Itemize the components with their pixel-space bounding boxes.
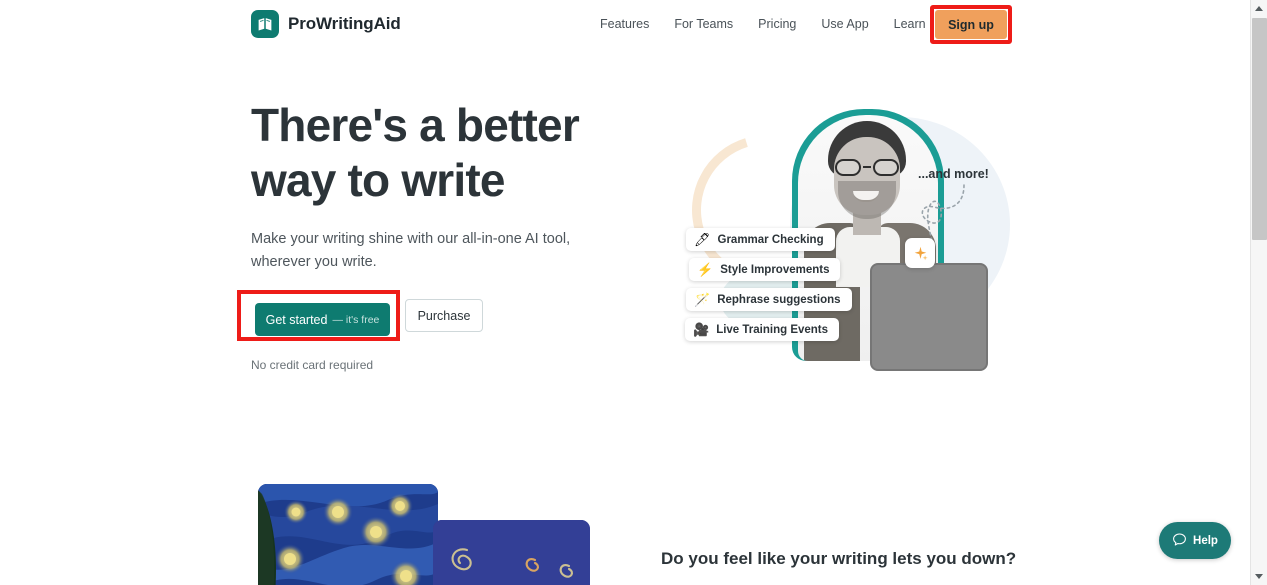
section-question-heading: Do you feel like your writing lets you d… bbox=[661, 549, 1017, 568]
scroll-up-arrow-icon[interactable] bbox=[1251, 0, 1267, 17]
feature-label: Style Improvements bbox=[720, 263, 830, 276]
nav-item-use-app[interactable]: Use App bbox=[821, 16, 868, 33]
pencil-icon: 🖊 bbox=[694, 232, 711, 247]
get-started-highlight-annotation: Get started — it's free bbox=[237, 290, 400, 341]
no-credit-card-note: No credit card required bbox=[251, 358, 374, 372]
get-started-button[interactable]: Get started — it's free bbox=[255, 303, 390, 336]
hero-illustration: 🖊 Grammar Checking ⚡ Style Improvements … bbox=[640, 95, 1040, 385]
signup-button[interactable]: Sign up bbox=[935, 10, 1007, 39]
movie-camera-icon: 🎥 bbox=[693, 322, 710, 337]
signup-button-container: Sign up bbox=[930, 5, 1012, 44]
primary-navigation: Features For Teams Pricing Use App Learn… bbox=[600, 16, 985, 33]
vertical-scrollbar[interactable] bbox=[1250, 0, 1267, 585]
starry-night-painting-card bbox=[258, 484, 438, 585]
nav-item-features[interactable]: Features bbox=[600, 16, 649, 33]
hero-cta-row: Get started — it's free Purchase bbox=[237, 290, 483, 341]
get-started-suffix: — it's free bbox=[332, 313, 380, 326]
magic-wand-icon: 🪄 bbox=[694, 292, 711, 307]
feature-pill-live-training-events: 🎥 Live Training Events bbox=[685, 318, 840, 341]
purchase-button[interactable]: Purchase bbox=[405, 299, 483, 332]
feature-pill-grammar-checking: 🖊 Grammar Checking bbox=[686, 228, 835, 251]
get-started-label: Get started bbox=[265, 312, 328, 327]
sparkles-icon bbox=[905, 238, 935, 268]
nav-item-for-teams[interactable]: For Teams bbox=[674, 16, 733, 33]
open-book-icon bbox=[251, 10, 279, 38]
hero-copy-block: There's a better way to write Make your … bbox=[251, 98, 591, 274]
feature-pill-style-improvements: ⚡ Style Improvements bbox=[689, 258, 841, 281]
hero-title: There's a better way to write bbox=[251, 99, 580, 206]
glasses-icon bbox=[834, 159, 900, 176]
and-more-label: ...and more! bbox=[918, 167, 989, 181]
nav-item-pricing[interactable]: Pricing bbox=[758, 16, 796, 33]
nav-item-learn[interactable]: Learn bbox=[894, 16, 926, 33]
feature-label: Live Training Events bbox=[716, 323, 829, 336]
browser-page: ProWritingAid Features For Teams Pricing… bbox=[0, 0, 1267, 585]
help-widget-button[interactable]: Help bbox=[1159, 522, 1231, 559]
feature-label: Rephrase suggestions bbox=[717, 293, 841, 306]
lightning-icon: ⚡ bbox=[697, 262, 714, 277]
site-header: ProWritingAid Features For Teams Pricing… bbox=[0, 0, 1250, 50]
scrollbar-thumb[interactable] bbox=[1252, 18, 1267, 240]
brand-name: ProWritingAid bbox=[288, 14, 401, 33]
help-label: Help bbox=[1193, 534, 1218, 547]
hero-subtitle: Make your writing shine with our all-in-… bbox=[251, 231, 571, 270]
blue-doodle-card bbox=[433, 520, 590, 585]
feature-pill-rephrase-suggestions: 🪄 Rephrase suggestions bbox=[686, 288, 852, 311]
chat-bubble-icon bbox=[1172, 532, 1187, 550]
laptop bbox=[870, 263, 988, 371]
feature-label: Grammar Checking bbox=[717, 233, 824, 246]
page-viewport: ProWritingAid Features For Teams Pricing… bbox=[0, 0, 1250, 585]
scroll-down-arrow-icon[interactable] bbox=[1251, 568, 1267, 585]
brand-logo-link[interactable]: ProWritingAid bbox=[251, 10, 401, 38]
